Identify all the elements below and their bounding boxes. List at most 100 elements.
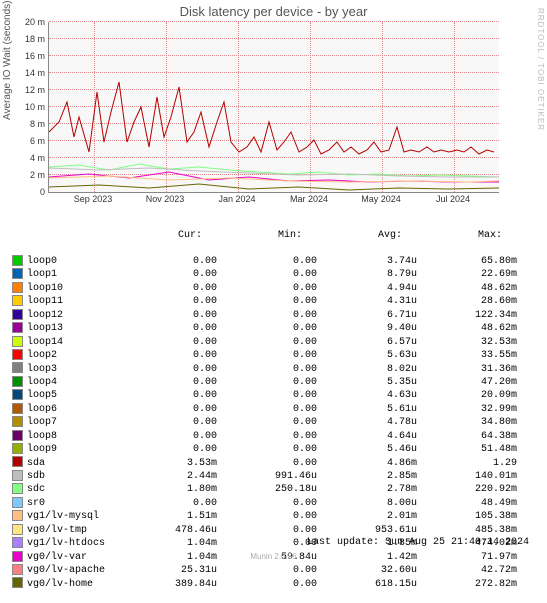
series-name: loop6 — [27, 404, 127, 416]
legend-row: vg1/lv-mysql1.51m0.002.01m105.38m — [12, 510, 517, 523]
color-swatch — [12, 577, 23, 588]
avg-val: 4.63u — [317, 390, 417, 402]
min-val: 0.00 — [217, 498, 317, 510]
min-val: 0.00 — [217, 579, 317, 591]
legend-row: loop00.000.003.74u65.80m — [12, 255, 517, 268]
color-swatch — [12, 295, 23, 306]
max-val: 272.82m — [417, 579, 517, 591]
legend-row: loop30.000.008.02u31.36m — [12, 362, 517, 375]
avg-val: 4.64u — [317, 431, 417, 443]
avg-val: 2.85m — [317, 471, 417, 483]
series-name: loop11 — [27, 296, 127, 308]
min-val: 0.00 — [217, 377, 317, 389]
color-swatch — [12, 376, 23, 387]
min-val: 0.00 — [217, 310, 317, 322]
avg-val: 4.94u — [317, 283, 417, 295]
series-name: loop10 — [27, 283, 127, 295]
y-tick: 0 — [5, 187, 45, 197]
y-tick: 14 m — [5, 68, 45, 78]
max-val: 51.48m — [417, 444, 517, 456]
cur-val: 0.00 — [127, 377, 217, 389]
max-val: 32.99m — [417, 404, 517, 416]
min-val: 0.00 — [217, 390, 317, 402]
avg-val: 6.57u — [317, 337, 417, 349]
legend-row: loop120.000.006.71u122.34m — [12, 309, 517, 322]
color-swatch — [12, 309, 23, 320]
max-val: 31.36m — [417, 364, 517, 376]
series-name: sdb — [27, 471, 127, 483]
cur-val: 0.00 — [127, 310, 217, 322]
legend-row: vg0/lv-apache25.31u0.0032.60u42.72m — [12, 564, 517, 577]
legend-row: loop40.000.005.35u47.20m — [12, 376, 517, 389]
last-update: Last update: Sun Aug 25 21:40:14 2024 — [307, 537, 529, 548]
max-val: 32.53m — [417, 337, 517, 349]
legend-header: Cur:Min:Avg:Max: — [12, 230, 517, 242]
chart-lines — [49, 22, 499, 192]
max-val: 105.38m — [417, 511, 517, 523]
color-swatch — [12, 470, 23, 481]
color-swatch — [12, 443, 23, 454]
avg-val: 618.15u — [317, 579, 417, 591]
cur-val: 0.00 — [127, 283, 217, 295]
cur-val: 0.00 — [127, 431, 217, 443]
max-val: 64.38m — [417, 431, 517, 443]
x-tick: Mar 2024 — [290, 194, 328, 204]
series-name: loop5 — [27, 390, 127, 402]
max-val: 140.01m — [417, 471, 517, 483]
color-swatch — [12, 389, 23, 400]
avg-val: 3.74u — [317, 256, 417, 268]
legend-row: loop90.000.005.46u51.48m — [12, 443, 517, 456]
max-val: 48.62m — [417, 323, 517, 335]
cur-val: 0.00 — [127, 404, 217, 416]
min-val: 0.00 — [217, 350, 317, 362]
avg-val: 32.60u — [317, 565, 417, 577]
color-swatch — [12, 403, 23, 414]
avg-val: 6.71u — [317, 310, 417, 322]
legend-row: sdb2.44m991.46u2.85m140.01m — [12, 470, 517, 483]
series-name: loop0 — [27, 256, 127, 268]
color-swatch — [12, 349, 23, 360]
cur-val: 0.00 — [127, 350, 217, 362]
color-swatch — [12, 268, 23, 279]
min-val: 0.00 — [217, 337, 317, 349]
avg-val: 8.00u — [317, 498, 417, 510]
cur-val: 1.04m — [127, 538, 217, 550]
cur-val: 0.00 — [127, 498, 217, 510]
min-val: 0.00 — [217, 431, 317, 443]
x-tick: May 2024 — [361, 194, 401, 204]
min-val: 0.00 — [217, 417, 317, 429]
max-val: 42.72m — [417, 565, 517, 577]
y-tick: 8 m — [5, 119, 45, 129]
y-tick: 2 m — [5, 170, 45, 180]
color-swatch — [12, 282, 23, 293]
color-swatch — [12, 524, 23, 535]
legend-row: loop10.000.008.79u22.69m — [12, 268, 517, 281]
avg-val: 9.40u — [317, 323, 417, 335]
cur-val: 1.51m — [127, 511, 217, 523]
avg-val: 5.46u — [317, 444, 417, 456]
series-name: loop13 — [27, 323, 127, 335]
color-swatch — [12, 322, 23, 333]
legend-row: loop60.000.005.61u32.99m — [12, 403, 517, 416]
series-name: vg1/lv-htdocs — [27, 538, 127, 550]
legend-row: loop80.000.004.64u64.38m — [12, 430, 517, 443]
color-swatch — [12, 362, 23, 373]
max-val: 48.49m — [417, 498, 517, 510]
min-val: 0.00 — [217, 525, 317, 537]
x-tick: Jul 2024 — [436, 194, 470, 204]
series-name: loop3 — [27, 364, 127, 376]
cur-val: 25.31u — [127, 565, 217, 577]
legend-row: sr00.000.008.00u48.49m — [12, 497, 517, 510]
legend-row: loop140.000.006.57u32.53m — [12, 336, 517, 349]
y-tick: 18 m — [5, 34, 45, 44]
min-val: 0.00 — [217, 323, 317, 335]
color-swatch — [12, 497, 23, 508]
y-tick: 10 m — [5, 102, 45, 112]
series-name: loop9 — [27, 444, 127, 456]
cur-val: 2.44m — [127, 471, 217, 483]
cur-val: 1.80m — [127, 484, 217, 496]
legend-row: loop130.000.009.40u48.62m — [12, 322, 517, 335]
cur-val: 0.00 — [127, 323, 217, 335]
avg-val: 2.78m — [317, 484, 417, 496]
avg-val: 4.31u — [317, 296, 417, 308]
